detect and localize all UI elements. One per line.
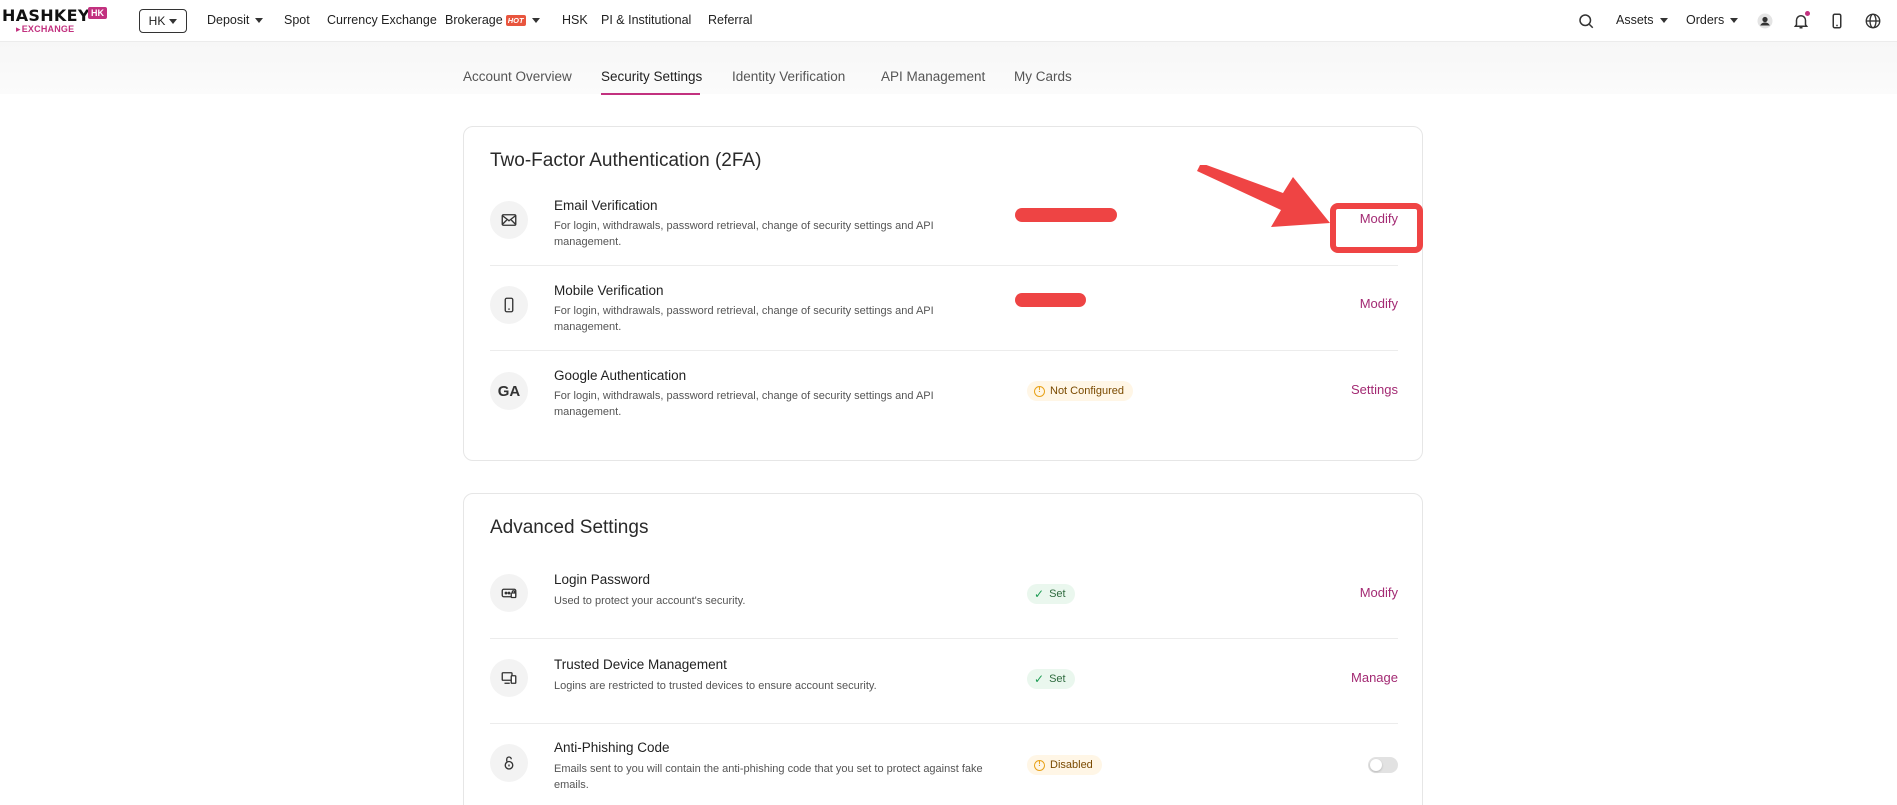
- mobile-verification-desc: For login, withdrawals, password retriev…: [554, 305, 934, 333]
- envelope-icon: [490, 201, 528, 239]
- chevron-down-icon: [1730, 17, 1739, 23]
- lock-open-icon: [490, 744, 528, 782]
- tab-account-overview[interactable]: Account Overview: [463, 69, 572, 84]
- mobile-modify-button[interactable]: Modify: [1360, 296, 1398, 311]
- avatar-icon[interactable]: [1754, 10, 1776, 32]
- login-password-desc: Used to protect your account's security.: [554, 595, 746, 607]
- warning-icon: [1034, 759, 1045, 771]
- redacted-mobile: [1015, 293, 1086, 307]
- tabs-band: Account Overview Security Settings Ident…: [0, 42, 1897, 94]
- status-text: Disabled: [1050, 759, 1093, 771]
- chevron-down-icon: [1659, 17, 1668, 23]
- anti-phishing-toggle[interactable]: [1368, 757, 1398, 773]
- globe-icon[interactable]: [1862, 10, 1884, 32]
- status-badge-disabled: Disabled: [1027, 755, 1102, 775]
- google-auth-title: Google Authentication: [554, 368, 687, 383]
- nav-pi-institutional[interactable]: PI & Institutional: [601, 13, 691, 27]
- logo-text: HASHKEY: [2, 6, 90, 25]
- bell-icon[interactable]: [1790, 10, 1812, 32]
- logo-region-tag: HK: [88, 7, 107, 19]
- nav-assets-label: Assets: [1616, 13, 1654, 27]
- annotation-arrow-icon: [1197, 165, 1330, 227]
- row-google-authentication: GA Google Authentication For login, with…: [490, 351, 1398, 436]
- chevron-down-icon: [531, 17, 540, 23]
- nav-orders[interactable]: Orders: [1686, 13, 1739, 27]
- devices-icon: [490, 659, 528, 697]
- nav-orders-label: Orders: [1686, 13, 1725, 27]
- nav-spot[interactable]: Spot: [284, 13, 310, 27]
- region-selector[interactable]: HK: [139, 9, 187, 33]
- login-password-modify-button[interactable]: Modify: [1360, 585, 1398, 600]
- row-login-password: Login Password Used to protect your acco…: [490, 554, 1398, 639]
- nav-brokerage[interactable]: Brokerage HOT: [445, 13, 540, 27]
- advanced-settings-title: Advanced Settings: [490, 517, 649, 538]
- mobile-verification-title: Mobile Verification: [554, 283, 664, 298]
- password-icon: [490, 574, 528, 612]
- nav-hsk-label: HSK: [562, 13, 588, 27]
- hot-badge: HOT: [505, 14, 526, 26]
- nav-spot-label: Spot: [284, 13, 310, 27]
- nav-currency-exchange-label: Currency Exchange: [327, 13, 437, 27]
- anti-phishing-title: Anti-Phishing Code: [554, 740, 670, 755]
- trusted-devices-title: Trusted Device Management: [554, 657, 727, 672]
- ga-icon: GA: [490, 372, 528, 410]
- nav-brokerage-label: Brokerage: [445, 13, 503, 27]
- google-auth-desc: For login, withdrawals, password retriev…: [554, 390, 934, 418]
- nav-assets[interactable]: Assets: [1616, 13, 1668, 27]
- region-label: HK: [148, 14, 166, 28]
- notification-dot: [1805, 11, 1810, 16]
- login-password-title: Login Password: [554, 572, 651, 587]
- warning-icon: [1034, 385, 1045, 397]
- tab-api-management[interactable]: API Management: [881, 69, 985, 84]
- tab-security-settings[interactable]: Security Settings: [601, 69, 702, 84]
- status-text: Not Configured: [1050, 385, 1124, 397]
- status-badge-not-configured: Not Configured: [1027, 381, 1133, 401]
- tab-identity-verification[interactable]: Identity Verification: [732, 69, 845, 84]
- email-verification-desc: For login, withdrawals, password retriev…: [554, 220, 934, 248]
- nav-pi-label: PI & Institutional: [601, 13, 692, 27]
- advanced-settings-card: Advanced Settings Login Password Used to…: [463, 493, 1423, 805]
- row-anti-phishing: Anti-Phishing Code Emails sent to you wi…: [490, 724, 1398, 805]
- google-auth-settings-button[interactable]: Settings: [1351, 382, 1398, 397]
- tab-my-cards[interactable]: My Cards: [1014, 69, 1072, 84]
- twofa-title: Two-Factor Authentication (2FA): [490, 150, 762, 171]
- status-badge-set: ✓ Set: [1027, 669, 1075, 689]
- email-verification-title: Email Verification: [554, 198, 658, 213]
- nav-currency-exchange[interactable]: Currency Exchange: [327, 13, 437, 27]
- top-navigation: HASHKEY HK EXCHANGE HK Deposit Spot Curr…: [0, 0, 1897, 42]
- active-tab-indicator: [601, 93, 700, 95]
- logo-subtext: EXCHANGE: [16, 24, 74, 35]
- chevron-down-icon: [169, 18, 178, 24]
- check-icon: ✓: [1034, 672, 1045, 686]
- mobile-icon: [490, 286, 528, 324]
- row-mobile-verification: Mobile Verification For login, withdrawa…: [490, 266, 1398, 351]
- nav-referral[interactable]: Referral: [708, 13, 752, 27]
- nav-deposit-label: Deposit: [207, 13, 250, 27]
- nav-deposit[interactable]: Deposit: [207, 13, 264, 27]
- mobile-app-icon[interactable]: [1826, 10, 1848, 32]
- chevron-down-icon: [255, 17, 264, 23]
- brand-logo[interactable]: HASHKEY HK EXCHANGE: [2, 6, 112, 36]
- status-text: Set: [1049, 673, 1066, 685]
- nav-hsk[interactable]: HSK: [562, 13, 588, 27]
- check-icon: ✓: [1034, 587, 1045, 601]
- trusted-devices-desc: Logins are restricted to trusted devices…: [554, 680, 877, 692]
- status-badge-set: ✓ Set: [1027, 584, 1075, 604]
- nav-referral-label: Referral: [708, 13, 753, 27]
- anti-phishing-desc: Emails sent to you will contain the anti…: [554, 763, 983, 791]
- redacted-email: [1015, 208, 1117, 222]
- trusted-devices-manage-button[interactable]: Manage: [1351, 670, 1398, 685]
- status-text: Set: [1049, 588, 1066, 600]
- search-icon[interactable]: [1575, 10, 1597, 32]
- annotation-highlight-box: [1330, 203, 1423, 253]
- row-trusted-devices: Trusted Device Management Logins are res…: [490, 639, 1398, 724]
